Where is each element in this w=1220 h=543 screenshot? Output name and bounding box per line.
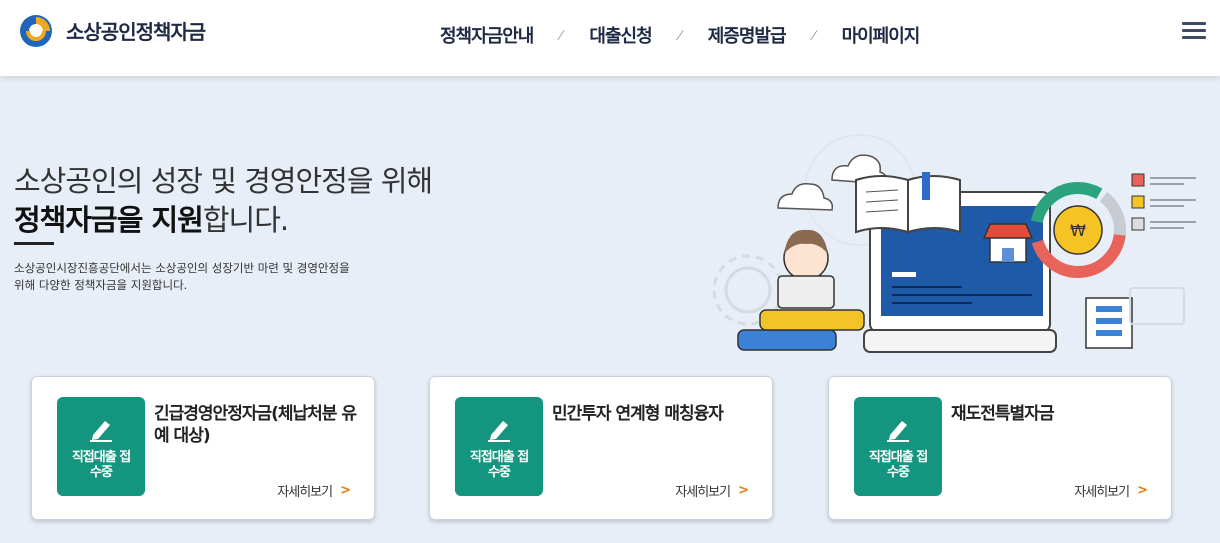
fund-card-matching-loan[interactable]: 직접대출 접수중 민간투자 연계형 매칭융자 자세히보기 > [429, 376, 773, 520]
nav-item-policy-fund[interactable]: 정책자금안내 [440, 22, 534, 48]
hero-divider [14, 242, 54, 245]
main-nav: 정책자금안내 / 대출신청 / 제증명발급 / 마이페이지 [440, 22, 921, 48]
details-link-label: 자세히보기 [1074, 485, 1130, 500]
details-link-label: 자세히보기 [675, 485, 731, 500]
hero-subheadline-bold: 정책자금을 지원 [14, 203, 204, 237]
details-link[interactable]: 자세히보기 > [1074, 481, 1148, 500]
site-header: 소상공인정책자금 정책자금안내 / 대출신청 / 제증명발급 / 마이페이지 [0, 0, 1220, 76]
hero-subheadline: 정책자금을 지원합니다. [14, 197, 289, 239]
fund-card-emergency[interactable]: 직접대출 접수중 긴급경영안정자금(체납처분 유예 대상) 자세히보기 > [31, 376, 375, 520]
fund-card-title: 재도전특별자금 [951, 404, 1054, 424]
chevron-right-icon: > [340, 483, 351, 498]
hero-description: 소상공인시장진흥공단에서는 소상공인의 성장기반 마련 및 경영안정을 위해 다… [14, 261, 350, 292]
fund-card-restart[interactable]: 직접대출 접수중 재도전특별자금 자세히보기 > [828, 376, 1172, 520]
building-icon [1085, 287, 1185, 349]
nav-item-loan-application[interactable]: 대출신청 [589, 22, 652, 48]
chart-legend-icon [1131, 173, 1196, 231]
site-logo[interactable]: 소상공인정책자금 [16, 12, 206, 48]
nav-item-certificates[interactable]: 제증명발급 [708, 22, 787, 48]
hero-illustration: ₩ [712, 134, 1196, 353]
status-badge: 직접대출 접수중 [57, 397, 145, 496]
nav-item-mypage[interactable]: 마이페이지 [842, 22, 921, 48]
details-link[interactable]: 자세히보기 > [277, 481, 351, 500]
status-badge: 직접대출 접수중 [455, 397, 543, 496]
hamburger-menu-icon[interactable] [1182, 22, 1206, 42]
status-badge-label: 직접대출 접수중 [868, 450, 928, 480]
chevron-right-icon: > [1137, 483, 1148, 498]
pencil-icon [90, 421, 112, 442]
fund-card-title: 긴급경영안정자금(체납처분 유예 대상) [154, 404, 357, 446]
pencil-icon [887, 421, 909, 442]
hero-subheadline-rest: 합니다. [202, 203, 289, 237]
chevron-right-icon: > [738, 483, 749, 498]
logo-text: 소상공인정책자금 [66, 19, 206, 44]
hero-headline: 소상공인의 성장 및 경영안정을 위해 [14, 164, 433, 198]
nav-separator: / [675, 28, 685, 42]
status-badge-label: 직접대출 접수중 [469, 450, 529, 480]
details-link-label: 자세히보기 [277, 485, 333, 500]
book-icon [855, 172, 961, 234]
details-link[interactable]: 자세히보기 > [675, 481, 749, 500]
nav-separator: / [808, 28, 819, 42]
svg-text:₩: ₩ [1070, 221, 1086, 240]
logo-icon [20, 15, 52, 47]
nav-separator: / [556, 28, 566, 42]
status-badge: 직접대출 접수중 [854, 397, 942, 496]
person-icon [737, 229, 865, 351]
pencil-icon [488, 421, 510, 442]
status-badge-label: 직접대출 접수중 [71, 450, 131, 480]
fund-card-title: 민간투자 연계형 매칭융자 [552, 404, 724, 424]
